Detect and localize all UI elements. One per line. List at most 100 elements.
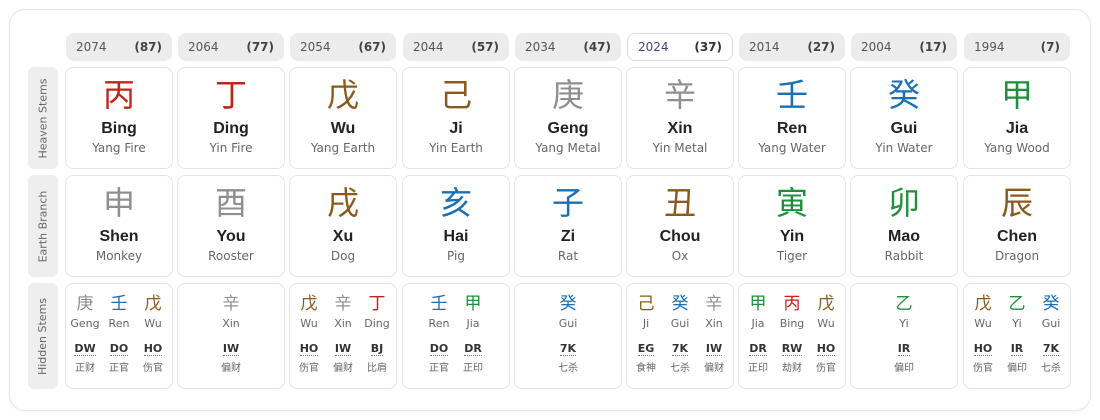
hidden-stems-cell-4[interactable]: 癸 Gui 7K 七杀 xyxy=(514,283,622,389)
ten-god-abbreviation[interactable]: IW xyxy=(705,342,723,356)
earth-branch-cell-6[interactable]: 寅 Yin Tiger xyxy=(738,175,846,277)
pillar-age: (67) xyxy=(358,40,386,54)
hidden-stem-character: 壬 xyxy=(110,294,128,314)
earth-branch-cell-3[interactable]: 亥 Hai Pig xyxy=(402,175,510,277)
branch-character: 亥 xyxy=(439,184,472,222)
hidden-stems-cell-7[interactable]: 乙 Yi IR 偏印 xyxy=(850,283,958,389)
ten-god-abbreviation[interactable]: RW xyxy=(781,342,803,356)
hidden-stems-cell-6[interactable]: 甲 Jia DR 正印 丙 Bing RW 劫财 戊 Wu HO 伤官 xyxy=(738,283,846,389)
stem-character: 丙 xyxy=(102,76,135,114)
branch-name: Mao xyxy=(888,228,920,245)
hidden-stem: 庚 Geng DW 正财 xyxy=(68,294,102,388)
pillar-header-6[interactable]: 2014 (27) xyxy=(739,33,845,61)
row-label-earth-branch: Earth Branch xyxy=(28,175,58,277)
earth-branch-cell-1[interactable]: 酉 You Rooster xyxy=(177,175,285,277)
pillar-year: 2044 xyxy=(413,40,444,54)
ten-god-abbreviation[interactable]: IW xyxy=(334,342,352,356)
earth-branch-cell-2[interactable]: 戌 Xu Dog xyxy=(289,175,397,277)
pillar-header-2[interactable]: 2054 (67) xyxy=(290,33,396,61)
pillar-header-1[interactable]: 2064 (77) xyxy=(178,33,284,61)
pillar-year: 2074 xyxy=(76,40,107,54)
ten-god-abbreviation[interactable]: DO xyxy=(109,342,129,356)
ten-god-abbreviation[interactable]: DW xyxy=(74,342,96,356)
pillar-age: (27) xyxy=(807,40,835,54)
ten-god-abbreviation[interactable]: 7K xyxy=(1042,342,1060,356)
ten-god-abbreviation[interactable]: IR xyxy=(1010,342,1024,356)
hidden-stem-name: Wu xyxy=(817,317,835,330)
pillar-header-8[interactable]: 1994 (7) xyxy=(964,33,1070,61)
branch-name: Xu xyxy=(332,228,354,245)
ten-god-abbreviation[interactable]: DR xyxy=(749,342,767,356)
hidden-stem-character: 丙 xyxy=(783,294,801,314)
pillar-year: 1994 xyxy=(974,40,1005,54)
earth-branch-cell-5[interactable]: 丑 Chou Ox xyxy=(626,175,734,277)
ten-god-abbreviation[interactable]: HO xyxy=(143,342,163,356)
pillar-header-5[interactable]: 2024 (37) xyxy=(627,33,733,61)
ten-god-chinese: 伤官 xyxy=(816,363,836,374)
hidden-stem: 癸 Gui 7K 七杀 xyxy=(551,294,585,388)
ten-god-abbreviation[interactable]: 7K xyxy=(559,342,577,356)
heaven-stem-cell-0[interactable]: 丙 Bing Yang Fire xyxy=(65,67,173,169)
pillar-header-0[interactable]: 2074 (87) xyxy=(66,33,172,61)
hidden-stem-character: 戊 xyxy=(974,294,992,314)
hidden-stem-character: 癸 xyxy=(1042,294,1060,314)
ten-god-abbreviation[interactable]: DO xyxy=(429,342,449,356)
hidden-stem-character: 辛 xyxy=(334,294,352,314)
row-label-hidden-stems: Hidden Stems xyxy=(28,283,58,389)
pillar-header-3[interactable]: 2044 (57) xyxy=(403,33,509,61)
heaven-stem-cell-2[interactable]: 戊 Wu Yang Earth xyxy=(289,67,397,169)
hidden-stems-cell-0[interactable]: 庚 Geng DW 正财 壬 Ren DO 正官 戊 Wu HO 伤官 xyxy=(65,283,173,389)
hidden-stem-name: Xin xyxy=(705,317,723,330)
stem-character: 壬 xyxy=(775,76,808,114)
pillar-year: 2024 xyxy=(638,40,669,54)
hidden-stem-name: Xin xyxy=(334,317,352,330)
ten-god-abbreviation[interactable]: HO xyxy=(816,342,836,356)
earth-branch-cell-4[interactable]: 子 Zi Rat xyxy=(514,175,622,277)
ten-god-abbreviation[interactable]: BJ xyxy=(370,342,384,356)
pillar-header-7[interactable]: 2004 (17) xyxy=(851,33,957,61)
ten-god-chinese: 七杀 xyxy=(1041,363,1061,374)
hidden-stems-cell-3[interactable]: 壬 Ren DO 正官 甲 Jia DR 正印 xyxy=(402,283,510,389)
ten-god-abbreviation[interactable]: IW xyxy=(222,342,240,356)
pillar-age: (87) xyxy=(134,40,162,54)
hidden-stem: 戊 Wu HO 伤官 xyxy=(292,294,326,388)
row-label-heaven-stems: Heaven Stems xyxy=(28,67,58,169)
heaven-stem-cell-7[interactable]: 癸 Gui Yin Water xyxy=(850,67,958,169)
ten-god-abbreviation[interactable]: DR xyxy=(464,342,482,356)
ten-god-abbreviation[interactable]: EG xyxy=(637,342,655,356)
hidden-stem-character: 壬 xyxy=(430,294,448,314)
hidden-stems-cell-8[interactable]: 戊 Wu HO 伤官 乙 Yi IR 偏印 癸 Gui 7K 七杀 xyxy=(963,283,1071,389)
branch-name: Yin xyxy=(779,228,805,245)
hidden-stem-character: 戊 xyxy=(144,294,162,314)
stem-name: Ding xyxy=(213,120,249,137)
heaven-stem-cell-6[interactable]: 壬 Ren Yang Water xyxy=(738,67,846,169)
heaven-stem-cell-4[interactable]: 庚 Geng Yang Metal xyxy=(514,67,622,169)
heaven-stem-cell-1[interactable]: 丁 Ding Yin Fire xyxy=(177,67,285,169)
earth-branch-cell-8[interactable]: 辰 Chen Dragon xyxy=(963,175,1071,277)
earth-branch-cell-7[interactable]: 卯 Mao Rabbit xyxy=(850,175,958,277)
earth-branch-cell-0[interactable]: 申 Shen Monkey xyxy=(65,175,173,277)
ten-god-abbreviation[interactable]: 7K xyxy=(671,342,689,356)
pillar-year: 2014 xyxy=(749,40,780,54)
ten-god-abbreviation[interactable]: HO xyxy=(299,342,319,356)
pillar-year: 2064 xyxy=(188,40,219,54)
hidden-stems-cell-5[interactable]: 己 Ji EG 食神 癸 Gui 7K 七杀 辛 Xin IW 偏财 xyxy=(626,283,734,389)
heaven-stem-cell-8[interactable]: 甲 Jia Yang Wood xyxy=(963,67,1071,169)
stem-description: Yin Water xyxy=(875,141,933,155)
hidden-stem-character: 乙 xyxy=(1008,294,1026,314)
hidden-stems-cell-1[interactable]: 辛 Xin IW 偏财 xyxy=(177,283,285,389)
hidden-stem: 戊 Wu HO 伤官 xyxy=(966,294,1000,388)
hidden-stems-cell-2[interactable]: 戊 Wu HO 伤官 辛 Xin IW 偏财 丁 Ding BJ 比肩 xyxy=(289,283,397,389)
branch-description: Rat xyxy=(557,249,579,263)
ten-god-chinese: 偏财 xyxy=(221,363,241,374)
stem-name: Jia xyxy=(1005,120,1029,137)
branch-name: Zi xyxy=(560,228,576,245)
ten-god-abbreviation[interactable]: IR xyxy=(897,342,911,356)
heaven-stem-cell-3[interactable]: 己 Ji Yin Earth xyxy=(402,67,510,169)
branch-description: Rooster xyxy=(208,249,254,263)
ten-god-abbreviation[interactable]: HO xyxy=(973,342,993,356)
branch-character: 戌 xyxy=(326,184,359,222)
heaven-stem-cell-5[interactable]: 辛 Xin Yin Metal xyxy=(626,67,734,169)
pillar-header-4[interactable]: 2034 (47) xyxy=(515,33,621,61)
pillar-age: (37) xyxy=(694,40,722,54)
